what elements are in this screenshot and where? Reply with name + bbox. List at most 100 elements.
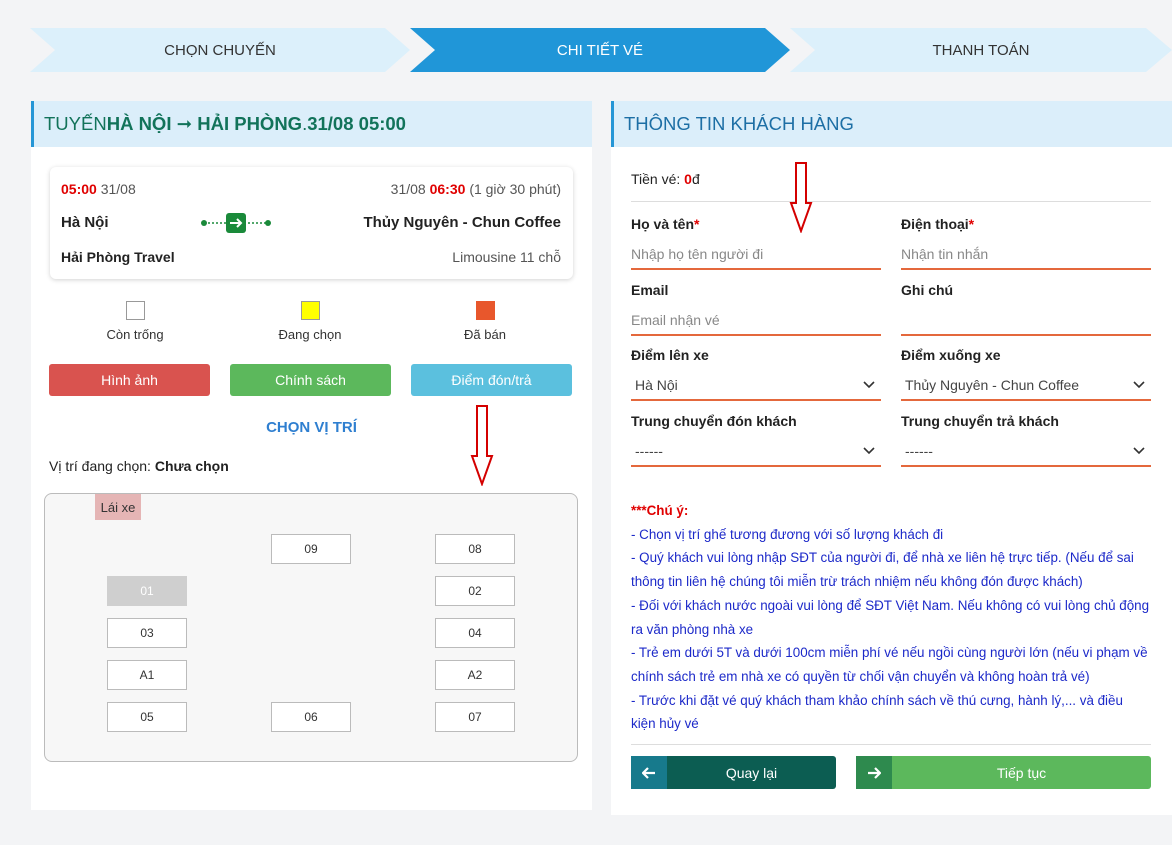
legend-swatch — [300, 301, 320, 320]
step-payment[interactable]: THANH TOÁN — [790, 28, 1172, 72]
email-field: Email Email nhận vé — [631, 282, 881, 336]
arrive-time: 06:30 — [429, 181, 466, 197]
seat-05[interactable]: 05 — [107, 702, 187, 732]
note-item: - Chọn vị trí ghế tương đương với số lượ… — [631, 526, 944, 542]
seat-03[interactable]: 03 — [107, 618, 187, 648]
legend-sold: Đã bán — [425, 301, 545, 342]
phone-input[interactable]: Nhận tin nhắn — [901, 240, 1151, 270]
notes-title: ***Chú ý: — [631, 503, 689, 518]
required-mark: * — [694, 216, 700, 232]
current-position-label: Vị trí đang chọn: — [49, 458, 155, 474]
pickup-transfer-value: ------ — [635, 443, 663, 459]
chevron-down-icon — [863, 447, 875, 455]
step-label: CHỌN CHUYẾN — [164, 41, 276, 59]
annotation-arrow-icon — [470, 405, 494, 486]
seat-01: 01 — [107, 576, 187, 606]
drop-transfer-value: ------ — [905, 443, 933, 459]
ticket-price: Tiền vé: 0đ — [631, 171, 700, 187]
customer-panel-header: THÔNG TIN KHÁCH HÀNG — [611, 101, 1172, 147]
depart-time: 05:00 — [61, 181, 97, 197]
route-arrow-icon — [201, 213, 271, 233]
images-button[interactable]: Hình ảnh — [49, 364, 210, 396]
seat-a1[interactable]: A1 — [107, 660, 187, 690]
continue-label: Tiếp tục — [996, 764, 1047, 781]
alighting-point-field: Điểm xuống xe Thủy Nguyên - Chun Coffee — [901, 347, 1151, 401]
phone-field: Điện thoại* Nhận tin nhắn — [901, 216, 1151, 270]
notes-section: ***Chú ý: - Chọn vị trí ghế tương đương … — [631, 499, 1151, 736]
name-field: Họ và tên* Nhập họ tên người đi — [631, 216, 881, 270]
current-position-value: Chưa chọn — [154, 458, 229, 474]
phone-label: Điện thoại — [901, 216, 969, 232]
name-label: Họ và tên — [631, 216, 695, 232]
seat-a2[interactable]: A2 — [435, 660, 515, 690]
price-value: 0 — [684, 171, 692, 187]
legend-label: Đang chọn — [278, 327, 342, 342]
email-label: Email — [631, 282, 669, 298]
driver-seat: Lái xe — [95, 494, 141, 520]
back-button[interactable]: Quay lại — [631, 756, 836, 789]
back-label: Quay lại — [725, 764, 778, 781]
customer-panel: THÔNG TIN KHÁCH HÀNG Tiền vé: 0đ Họ và t… — [611, 101, 1172, 815]
legend-selecting: Đang chọn — [250, 301, 370, 342]
choose-position-title: CHỌN VỊ TRÍ — [266, 419, 357, 436]
depart-date: 31/08 — [100, 181, 136, 197]
seat-map: Lái xe 09 08 01 02 03 04 A1 A2 05 06 07 — [44, 493, 578, 762]
drop-transfer-select[interactable]: ------ — [901, 437, 1151, 467]
boarding-select[interactable]: Hà Nội — [631, 371, 881, 401]
pickup-transfer-select[interactable]: ------ — [631, 437, 881, 467]
legend-label: Đã bán — [464, 327, 506, 342]
trip-panel: TUYẾN HÀ NỘI ➞ HẢI PHÒNG. 31/08 05:00 05… — [31, 101, 592, 810]
arrow-left-icon — [631, 756, 667, 789]
trip-card: 05:00 31/08 31/08 06:30 (1 giờ 30 phút) … — [50, 167, 573, 279]
step-label: THANH TOÁN — [932, 41, 1030, 59]
seat-06[interactable]: 06 — [271, 702, 351, 732]
price-unit: đ — [691, 171, 700, 187]
required-mark: * — [968, 216, 975, 232]
note-item: - Trước khi đặt vé quý khách tham khảo c… — [631, 692, 1123, 732]
seat-02[interactable]: 02 — [435, 576, 515, 606]
boarding-value: Hà Nội — [635, 377, 678, 393]
divider — [631, 744, 1151, 745]
legend-available: Còn trống — [75, 301, 195, 342]
arrow-right-icon — [856, 756, 892, 789]
boarding-point-field: Điểm lên xe Hà Nội — [631, 347, 881, 401]
legend-swatch — [475, 301, 495, 320]
drop-transfer-field: Trung chuyển trả khách ------ — [901, 413, 1151, 467]
current-position: Vị trí đang chọn: Chưa chọn — [49, 458, 229, 474]
pickup-points-button[interactable]: Điểm đón/trả — [411, 364, 572, 396]
divider — [631, 201, 1151, 202]
name-input[interactable]: Nhập họ tên người đi — [631, 240, 881, 270]
trip-duration: (1 giờ 30 phút) — [469, 181, 561, 197]
step-choose-trip[interactable]: CHỌN CHUYẾN — [30, 28, 410, 72]
note-field: Ghi chú — [901, 282, 1151, 336]
origin: Hà Nội — [61, 214, 109, 231]
policy-button[interactable]: Chính sách — [230, 364, 391, 396]
note-input[interactable] — [901, 306, 1151, 336]
legend-label: Còn trống — [106, 327, 164, 342]
seat-09[interactable]: 09 — [271, 534, 351, 564]
chevron-down-icon — [1133, 447, 1145, 455]
route-prefix: TUYẾN — [44, 113, 107, 134]
step-ticket-detail[interactable]: CHI TIẾT VÉ — [410, 28, 790, 72]
alighting-value: Thủy Nguyên - Chun Coffee — [905, 377, 1080, 393]
seat-07[interactable]: 07 — [435, 702, 515, 732]
progress-steps: CHỌN CHUYẾN CHI TIẾT VÉ THANH TOÁN — [30, 28, 1172, 72]
route-name: HÀ NỘI ➞ HẢI PHÒNG — [106, 113, 303, 134]
email-input[interactable]: Email nhận vé — [631, 306, 881, 336]
annotation-arrow-icon — [789, 162, 813, 233]
note-label: Ghi chú — [901, 282, 954, 298]
seat-08[interactable]: 08 — [435, 534, 515, 564]
pickup-transfer-label: Trung chuyển đón khách — [631, 413, 797, 429]
trip-panel-header: TUYẾN HÀ NỘI ➞ HẢI PHÒNG. 31/08 05:00 — [31, 101, 592, 147]
boarding-label: Điểm lên xe — [631, 347, 709, 363]
route-datetime: 31/08 05:00 — [307, 113, 406, 134]
seat-04[interactable]: 04 — [435, 618, 515, 648]
price-label: Tiền vé: — [631, 171, 685, 187]
pickup-transfer-field: Trung chuyển đón khách ------ — [631, 413, 881, 467]
step-label: CHI TIẾT VÉ — [556, 41, 644, 59]
continue-button[interactable]: Tiếp tục — [856, 756, 1151, 789]
destination: Thủy Nguyên - Chun Coffee — [363, 214, 562, 231]
operator: Hải Phòng Travel — [61, 249, 175, 265]
drop-transfer-label: Trung chuyển trả khách — [901, 413, 1059, 429]
alighting-select[interactable]: Thủy Nguyên - Chun Coffee — [901, 371, 1151, 401]
